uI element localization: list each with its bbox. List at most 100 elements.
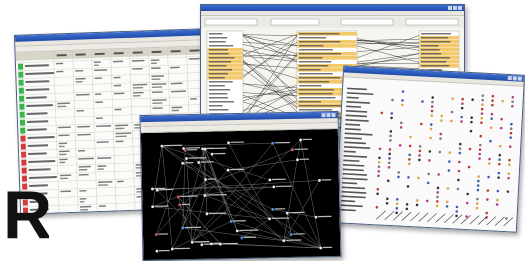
list-item-text — [299, 81, 330, 83]
cell-text — [98, 205, 106, 207]
list-item-text — [209, 61, 232, 63]
cell-text — [79, 189, 87, 192]
list-item-text — [209, 57, 235, 59]
matrix-background — [335, 77, 524, 233]
r-logo-letter: R — [3, 180, 49, 242]
cell-text — [113, 84, 122, 87]
list-item-text — [299, 65, 329, 67]
graph-node-label — [299, 158, 310, 160]
graph-node-label — [158, 233, 169, 235]
list-item-text — [299, 41, 341, 43]
column-header-text — [151, 50, 162, 54]
dot-matrix[interactable] — [335, 77, 524, 233]
list-item-text — [299, 105, 342, 107]
list-item-text — [421, 57, 451, 59]
cell-text — [76, 109, 85, 112]
cell-text — [190, 98, 197, 100]
list-item-text — [209, 65, 227, 67]
graph-node-label — [274, 208, 286, 210]
cell-text — [95, 117, 103, 119]
dot-matrix-window — [334, 65, 525, 233]
cell-text — [78, 168, 88, 171]
window-controls[interactable] — [448, 6, 462, 10]
cell-text — [56, 70, 64, 73]
status-indicator — [18, 71, 24, 78]
filter-field[interactable] — [405, 18, 459, 26]
list-item-text — [299, 61, 332, 63]
list-item-text — [209, 73, 228, 75]
graph-node-label — [322, 246, 333, 249]
status-indicator — [20, 135, 26, 142]
list-item-text — [209, 69, 233, 71]
cell-text — [93, 61, 101, 64]
status-indicator — [20, 127, 26, 134]
status-indicator — [19, 95, 25, 102]
column-header-text — [75, 53, 86, 56]
status-indicator — [19, 111, 25, 118]
column-header-text — [189, 49, 200, 52]
cell-text — [150, 62, 157, 65]
cell-text — [117, 180, 124, 183]
list-item-text — [209, 41, 226, 43]
cell-text — [58, 145, 65, 148]
cell-text — [95, 101, 104, 103]
status-indicator — [21, 167, 27, 174]
column-header-text — [132, 51, 143, 54]
cell-text — [77, 149, 86, 152]
cell-text — [59, 161, 66, 164]
cell-text — [59, 153, 67, 156]
cell-text — [59, 158, 68, 161]
cell-text — [94, 64, 99, 67]
list-item-text — [209, 105, 223, 107]
list-item-text — [299, 69, 321, 71]
list-item-text — [299, 53, 342, 55]
graph-node-label — [154, 187, 166, 190]
column-header-text — [94, 52, 105, 56]
graph-node-label — [302, 138, 312, 141]
list-item-text — [421, 45, 439, 47]
list-item-text — [299, 37, 327, 39]
filter-field[interactable] — [340, 18, 394, 26]
list-item-text — [209, 49, 228, 51]
window-controls[interactable] — [321, 112, 336, 118]
cell-text — [79, 197, 87, 200]
cell-text — [113, 76, 121, 79]
status-indicator — [19, 119, 26, 126]
list-item-text — [421, 49, 440, 51]
list-item-text — [209, 89, 231, 91]
filter-field[interactable] — [270, 18, 320, 26]
filter-field[interactable] — [204, 18, 258, 26]
cell-text — [97, 168, 104, 170]
graph-node-label — [207, 178, 216, 180]
list-item-text — [299, 89, 335, 91]
cell-text — [115, 140, 124, 143]
status-indicator — [17, 63, 24, 70]
network-graph-window — [139, 110, 342, 261]
cell-text — [95, 93, 102, 95]
network-canvas[interactable] — [140, 128, 341, 261]
list-item-text — [209, 33, 223, 35]
list-item-text — [209, 53, 229, 55]
cell-text — [79, 201, 85, 203]
list-item-text — [421, 65, 450, 67]
list-item-text — [299, 93, 333, 95]
list-item-text — [209, 93, 228, 95]
graph-node-label — [187, 149, 198, 151]
graph-node-label — [214, 152, 226, 155]
cell-text — [80, 208, 89, 211]
graph-node-label — [181, 203, 191, 206]
column-header-text — [56, 54, 67, 57]
list-item-text — [299, 97, 336, 99]
status-indicator — [18, 79, 24, 86]
status-indicator — [20, 143, 26, 150]
list-item-text — [421, 41, 451, 43]
list-item-text — [209, 37, 228, 39]
window-titlebar[interactable] — [201, 5, 464, 11]
list-item-text — [299, 73, 333, 75]
window-controls[interactable] — [507, 75, 522, 81]
list-item-text — [209, 77, 225, 79]
cell-text — [171, 109, 180, 112]
cell-text — [75, 70, 84, 72]
graph-node-label — [321, 179, 332, 181]
list-item-text — [209, 97, 228, 99]
